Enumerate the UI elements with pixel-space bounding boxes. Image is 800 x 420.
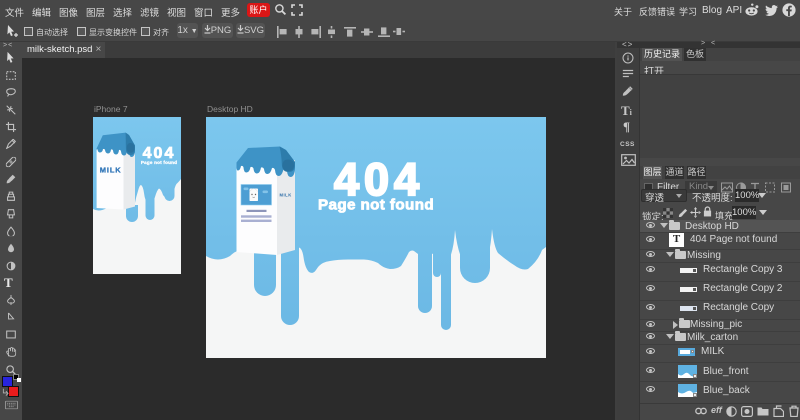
svg-text:MILK: MILK bbox=[100, 166, 122, 175]
svg-text:Page not found: Page not found bbox=[318, 197, 434, 214]
svg-text:MILK: MILK bbox=[280, 193, 292, 198]
svg-text:Page not found: Page not found bbox=[141, 160, 177, 165]
